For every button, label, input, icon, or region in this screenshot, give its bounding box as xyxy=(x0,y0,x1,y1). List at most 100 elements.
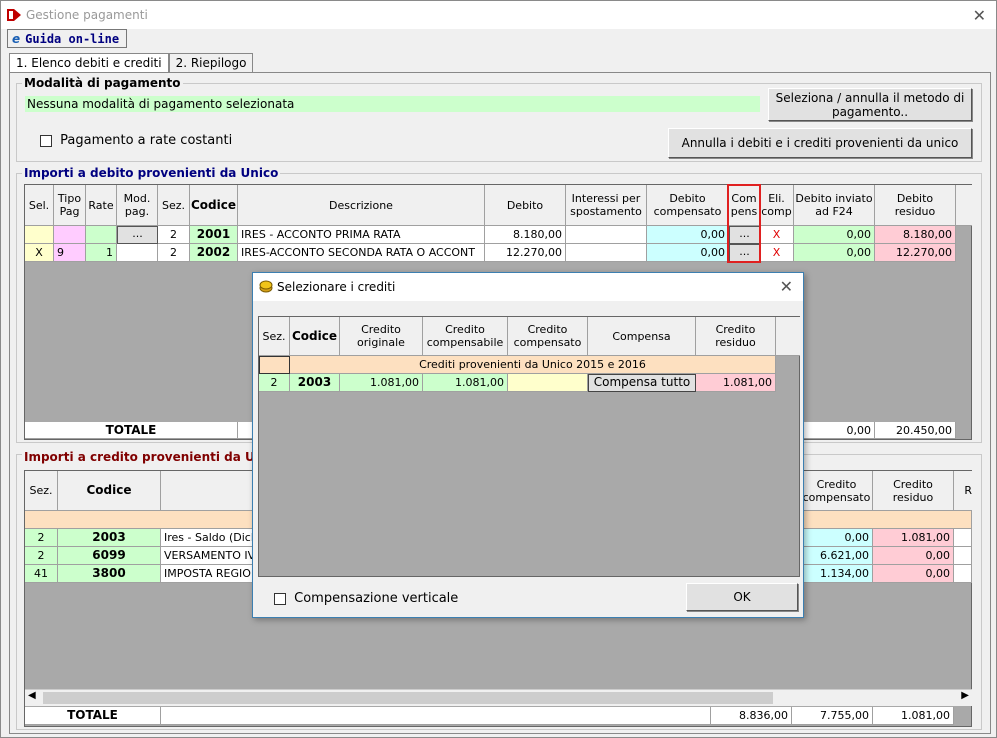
selezionare-crediti-dialog: Selezionare i crediti ✕ Sez. Codice Cred… xyxy=(252,272,804,618)
cell-compensato: 1.134,00 xyxy=(801,565,873,583)
cell-extra xyxy=(954,547,972,565)
col-spacer xyxy=(776,317,800,356)
col-mod-pag: Mod. pag. xyxy=(117,185,158,226)
col-codice: Codice xyxy=(290,317,340,356)
horizontal-scrollbar[interactable]: ◀ ▶ xyxy=(25,689,972,706)
crediti-title: Importi a credito provenienti da Un xyxy=(22,450,266,464)
annulla-unico-button[interactable]: Annulla i debiti e i crediti provenienti… xyxy=(668,128,972,158)
dialog-close-icon[interactable]: ✕ xyxy=(780,277,793,296)
col-rate: Rate xyxy=(86,185,117,226)
cell-sez: 2 xyxy=(25,547,58,565)
cell-descrizione: IRES-ACCONTO SECONDA RATA O ACCONT xyxy=(238,244,485,262)
coins-icon xyxy=(259,280,273,293)
crediti-totale-c: 1.081,00 xyxy=(873,707,954,725)
col-sez: Sez. xyxy=(25,471,58,511)
cell-residuo: 1.081,00 xyxy=(696,374,776,392)
cell-codice: 6099 xyxy=(58,547,161,565)
col-credito-compensato: Credito compensato xyxy=(508,317,588,356)
group-row-label: Crediti provenienti da Unico 2015 e 2016 xyxy=(290,356,776,374)
cell-compensato: 6.621,00 xyxy=(801,547,873,565)
eli-comp-button[interactable]: X xyxy=(760,226,794,244)
guida-label: Guida on-line xyxy=(25,31,120,46)
tab-riepilogo[interactable]: 2. Riepilogo xyxy=(168,53,254,73)
cell-tipo[interactable] xyxy=(54,226,86,244)
cell-rate[interactable] xyxy=(86,226,117,244)
cell-sez: 2 xyxy=(158,226,190,244)
cell-extra xyxy=(954,529,972,547)
group-selector-cell[interactable] xyxy=(259,356,290,374)
main-window: Gestione pagamenti ✕ e Guida on-line 1. … xyxy=(0,0,997,738)
compens-highlight xyxy=(727,184,761,263)
col-codice: Codice xyxy=(190,185,238,226)
col-interessi: Interessi per spostamento xyxy=(566,185,647,226)
dialog-title: Selezionare i crediti xyxy=(277,280,396,294)
cell-sel[interactable] xyxy=(25,226,54,244)
rate-costanti-checkbox[interactable]: Pagamento a rate costanti xyxy=(40,133,232,148)
col-sez: Sez. xyxy=(259,317,290,356)
scroll-left-icon[interactable]: ◀ xyxy=(28,690,36,701)
eli-comp-button[interactable]: X xyxy=(760,244,794,262)
ie-icon: e xyxy=(12,31,21,46)
col-credito-residuo: Credito residuo xyxy=(696,317,776,356)
cell-residuo: 0,00 xyxy=(873,565,954,583)
compensa-tutto-button[interactable]: Compensa tutto xyxy=(588,374,696,392)
col-codice: Codice xyxy=(58,471,161,511)
checkbox-box[interactable] xyxy=(274,592,286,605)
title-bar: Gestione pagamenti ✕ xyxy=(1,1,996,29)
col-scroll-spacer xyxy=(956,185,972,226)
col-sez: Sez. xyxy=(158,185,190,226)
compensazione-verticale-label: Compensazione verticale xyxy=(294,591,459,606)
debiti-title: Importi a debito provenienti da Unico xyxy=(22,166,281,180)
col-credito-compensabile: Credito compensabile xyxy=(423,317,508,356)
col-eli-comp: Eli. comp xyxy=(760,185,794,226)
cell-compensato: 0,00 xyxy=(647,244,729,262)
cell-originale: 1.081,00 xyxy=(340,374,423,392)
col-compensa: Compensa xyxy=(588,317,696,356)
debiti-totale-label: TOTALE xyxy=(25,422,238,439)
cell-descrizione: IRES - ACCONTO PRIMA RATA xyxy=(238,226,485,244)
col-tipo-pag: Tipo Pag xyxy=(54,185,86,226)
compensazione-verticale-checkbox[interactable]: Compensazione verticale xyxy=(274,591,458,606)
cell-tipo[interactable]: 9 xyxy=(54,244,86,262)
scroll-thumb[interactable] xyxy=(43,692,773,704)
cell-codice: 3800 xyxy=(58,565,161,583)
seleziona-metodo-button[interactable]: Seleziona / annulla il metodo di pagamen… xyxy=(768,88,972,121)
cell-debito: 8.180,00 xyxy=(485,226,566,244)
dialog-grid: Sez. Codice Credito originale Credito co… xyxy=(258,316,800,577)
crediti-totale-label: TOTALE xyxy=(25,707,161,725)
mod-pag-button[interactable]: ... xyxy=(117,226,158,244)
rate-costanti-label: Pagamento a rate costanti xyxy=(60,133,233,148)
cell-compensato-input[interactable] xyxy=(508,374,588,392)
col-extra: R xyxy=(954,471,972,511)
dialog-title-bar: Selezionare i crediti ✕ xyxy=(253,273,803,301)
cell-sez: 41 xyxy=(25,565,58,583)
app-icon xyxy=(7,9,21,21)
crediti-totale-spacer xyxy=(161,707,711,725)
cell-rate[interactable]: 1 xyxy=(86,244,117,262)
guida-online-button[interactable]: e Guida on-line xyxy=(7,29,127,48)
cell-interessi xyxy=(566,226,647,244)
col-debito-residuo: Debito residuo xyxy=(875,185,956,226)
col-descrizione: Descrizione xyxy=(238,185,485,226)
debiti-totale-residuo: 20.450,00 xyxy=(875,422,956,439)
checkbox-box[interactable] xyxy=(40,134,52,147)
debiti-totale-inviato: 0,00 xyxy=(794,422,875,439)
cell-debito: 12.270,00 xyxy=(485,244,566,262)
cell-sez: 2 xyxy=(25,529,58,547)
cell-codice: 2003 xyxy=(58,529,161,547)
col-debito-inviato: Debito inviato ad F24 xyxy=(794,185,875,226)
tab-elenco[interactable]: 1. Elenco debiti e crediti xyxy=(9,53,169,74)
col-debito-compensato: Debito compensato xyxy=(647,185,729,226)
cell-inviato: 0,00 xyxy=(794,226,875,244)
modalita-status: Nessuna modalità di pagamento selezionat… xyxy=(25,96,760,112)
cell-sel[interactable]: X xyxy=(25,244,54,262)
scroll-right-icon[interactable]: ▶ xyxy=(961,690,969,701)
cell-extra xyxy=(954,565,972,583)
modalita-title: Modalità di pagamento xyxy=(22,76,183,90)
close-icon[interactable]: ✕ xyxy=(973,6,986,25)
cell-interessi xyxy=(566,244,647,262)
col-sel: Sel. xyxy=(25,185,54,226)
cell-compensato: 0,00 xyxy=(647,226,729,244)
ok-button[interactable]: OK xyxy=(686,583,798,611)
col-credito-residuo: Credito residuo xyxy=(873,471,954,511)
